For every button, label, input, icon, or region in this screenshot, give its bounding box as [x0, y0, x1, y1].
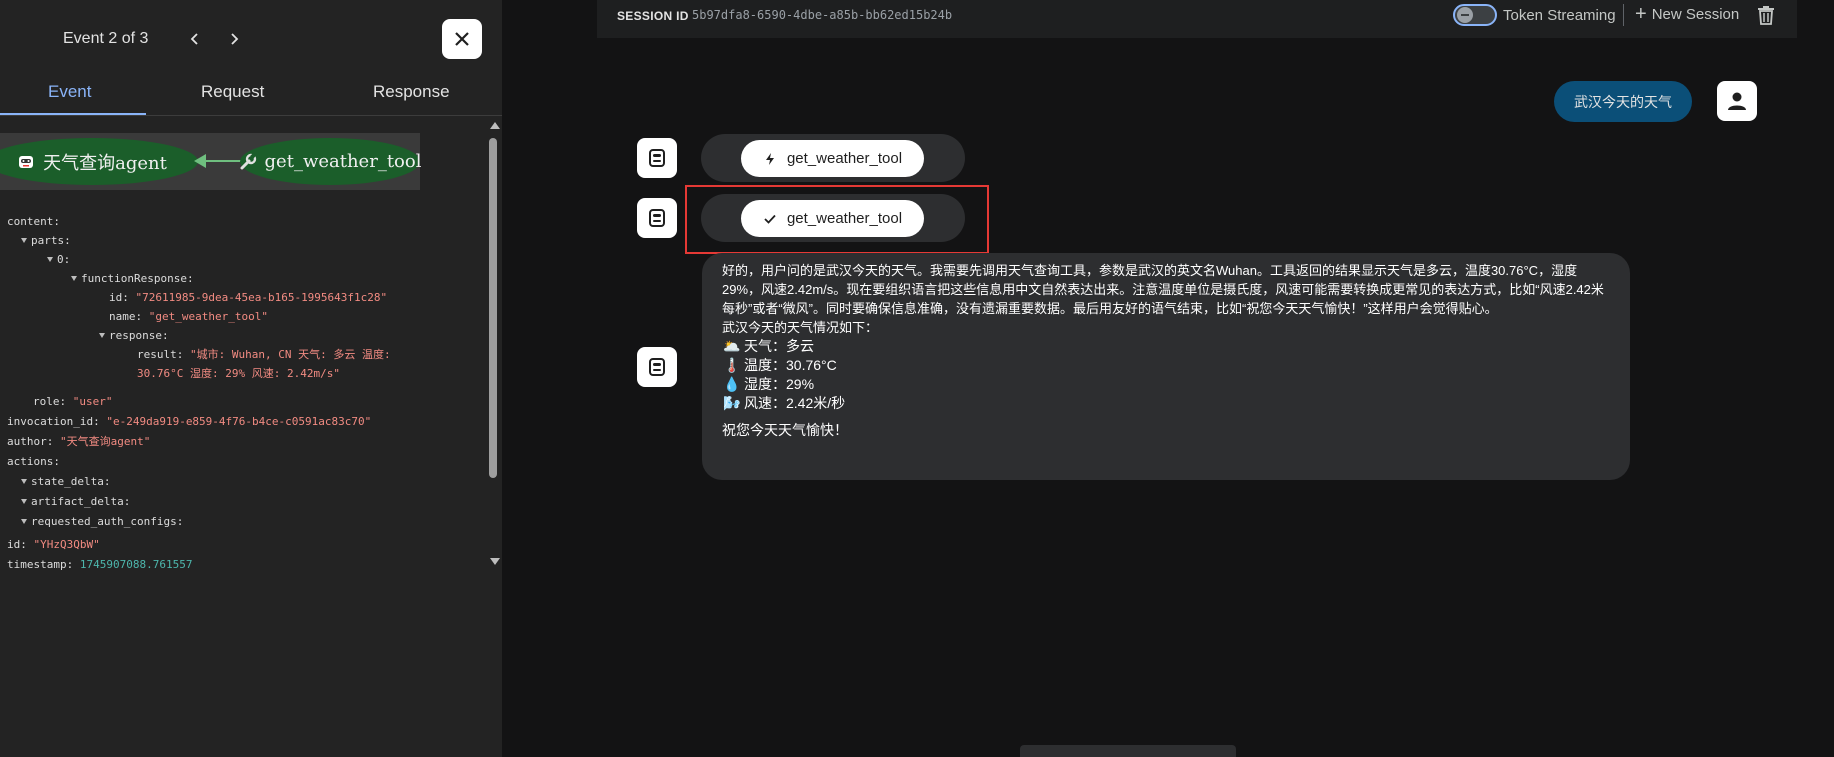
- json-line[interactable]: response:: [99, 326, 169, 345]
- bot-avatar: [637, 138, 677, 178]
- event-counter: Event 2 of 3: [63, 30, 149, 47]
- event-panel: Event 2 of 3 Event Request Response 天气查询…: [0, 0, 502, 757]
- weather-item: 🌬️ 风速：2.42米/秒: [723, 395, 846, 411]
- robot-icon: [649, 149, 665, 167]
- event-tabs: Event Request Response: [0, 76, 502, 116]
- json-line: id: "72611985-9dea-45ea-b165-1995643f1c2…: [109, 291, 388, 304]
- close-icon: [455, 32, 469, 46]
- json-line: role: "user": [33, 395, 113, 408]
- new-session-label: New Session: [1651, 5, 1740, 23]
- answer-intro: 武汉今天的天气情况如下：: [722, 320, 879, 335]
- collapse-triangle-icon[interactable]: [47, 257, 53, 262]
- answer-reasoning-text: 好的，用户问的是武汉今天的天气。我需要先调用天气查询工具，参数是武汉的英文名Wu…: [722, 263, 1604, 316]
- scrollbar-thumb[interactable]: [489, 138, 497, 478]
- json-line: invocation_id: "e-249da919-e859-4f76-b4c…: [7, 415, 372, 428]
- graph-node-agent-label: 天气查询agent: [43, 152, 167, 174]
- json-line: author: "天气查询agent": [7, 435, 151, 448]
- json-line[interactable]: parts:: [21, 231, 71, 250]
- scroll-down-arrow-icon[interactable]: [490, 558, 500, 565]
- sun-cloud-icon: 🌥️: [723, 338, 741, 354]
- bot-avatar: [637, 347, 677, 387]
- event-graph: 天气查询agent get_weather_tool: [0, 133, 422, 190]
- session-bar: SESSION ID 5b97dfa8-6590-4dbe-a85b-bb62e…: [597, 0, 1797, 38]
- thermometer-icon: 🌡️: [723, 357, 741, 373]
- tool-call-label: get_weather_tool: [786, 150, 903, 167]
- scroll-up-arrow-icon[interactable]: [490, 122, 500, 129]
- token-streaming-label: Token Streaming: [1503, 7, 1616, 24]
- weather-item: 💧 湿度：29%: [723, 376, 815, 392]
- collapse-triangle-icon[interactable]: [21, 479, 27, 484]
- json-scrollbar[interactable]: [488, 120, 500, 570]
- json-line[interactable]: functionResponse:: [71, 269, 194, 288]
- graph-edge-arrow: [194, 154, 206, 168]
- wrench-icon: [239, 152, 257, 171]
- tab-request[interactable]: Request: [201, 82, 264, 102]
- trash-icon[interactable]: [1757, 5, 1775, 25]
- toolbar-divider: [1623, 4, 1624, 26]
- robot-icon: [649, 358, 665, 376]
- graph-node-tool-label: get_weather_tool: [264, 151, 422, 172]
- collapse-triangle-icon[interactable]: [21, 238, 27, 243]
- close-panel-button[interactable]: [442, 19, 482, 59]
- tab-response[interactable]: Response: [373, 82, 450, 102]
- json-line[interactable]: artifact_delta:: [21, 492, 130, 511]
- robot-icon: [649, 209, 665, 227]
- answer-closing: 祝您今天天气愉快！: [722, 422, 848, 438]
- collapse-triangle-icon[interactable]: [71, 276, 77, 281]
- toggle-knob: [1457, 7, 1473, 23]
- bot-answer-bubble: 好的，用户问的是武汉今天的天气。我需要先调用天气查询工具，参数是武汉的英文名Wu…: [702, 253, 1630, 480]
- user-message-bubble: 武汉今天的天气: [1554, 81, 1692, 122]
- graph-node-agent[interactable]: 天气查询agent: [0, 138, 198, 185]
- weather-item: 🌥️ 天气：多云: [723, 338, 814, 354]
- event-header: Event 2 of 3: [0, 0, 502, 80]
- plus-icon: +: [1635, 3, 1647, 25]
- wind-icon: 🌬️: [723, 395, 741, 411]
- tool-call-button[interactable]: get_weather_tool: [741, 140, 924, 177]
- json-line[interactable]: state_delta:: [21, 472, 110, 491]
- selection-highlight: [685, 185, 989, 254]
- collapse-triangle-icon[interactable]: [21, 499, 27, 504]
- session-id-value: 5b97dfa8-6590-4dbe-a85b-bb62ed15b24b: [692, 8, 953, 22]
- bolt-icon: [765, 152, 774, 165]
- tab-event[interactable]: Event: [48, 82, 91, 102]
- user-message-text: 武汉今天的天气: [1574, 93, 1672, 110]
- json-line[interactable]: requested_auth_configs:: [21, 512, 183, 531]
- json-line: result: "城市: Wuhan, CN 天气: 多云 温度:: [137, 348, 391, 361]
- json-line: 30.76°C 湿度: 29% 风速: 2.42m/s": [137, 367, 340, 380]
- graph-node-tool[interactable]: get_weather_tool: [239, 138, 422, 185]
- json-line: timestamp: 1745907088.761557: [7, 558, 193, 571]
- chevron-right-icon: [231, 33, 239, 45]
- weather-item: 🌡️ 温度：30.76°C: [723, 357, 837, 373]
- collapse-triangle-icon[interactable]: [99, 333, 105, 338]
- droplet-icon: 💧: [723, 376, 741, 392]
- session-id-label: SESSION ID: [617, 9, 689, 23]
- prev-event-button[interactable]: [181, 25, 209, 53]
- robot-icon: [17, 153, 35, 171]
- input-area-handle[interactable]: [1020, 745, 1236, 757]
- collapse-triangle-icon[interactable]: [21, 519, 27, 524]
- active-tab-indicator: [0, 113, 146, 115]
- json-line: name: "get_weather_tool": [109, 310, 268, 323]
- json-line: id: "YHzQ3QbW": [7, 538, 100, 551]
- json-line: content:: [7, 215, 60, 228]
- json-line: actions:: [7, 455, 60, 468]
- new-session-button[interactable]: + New Session: [1635, 3, 1740, 25]
- bot-avatar: [637, 198, 677, 238]
- person-icon: [1728, 92, 1746, 110]
- next-event-button[interactable]: [220, 25, 248, 53]
- json-line[interactable]: 0:: [47, 250, 70, 269]
- tool-call-row: get_weather_tool: [701, 134, 965, 182]
- chevron-left-icon: [190, 33, 198, 45]
- token-streaming-toggle[interactable]: [1453, 4, 1497, 26]
- user-avatar: [1717, 81, 1757, 121]
